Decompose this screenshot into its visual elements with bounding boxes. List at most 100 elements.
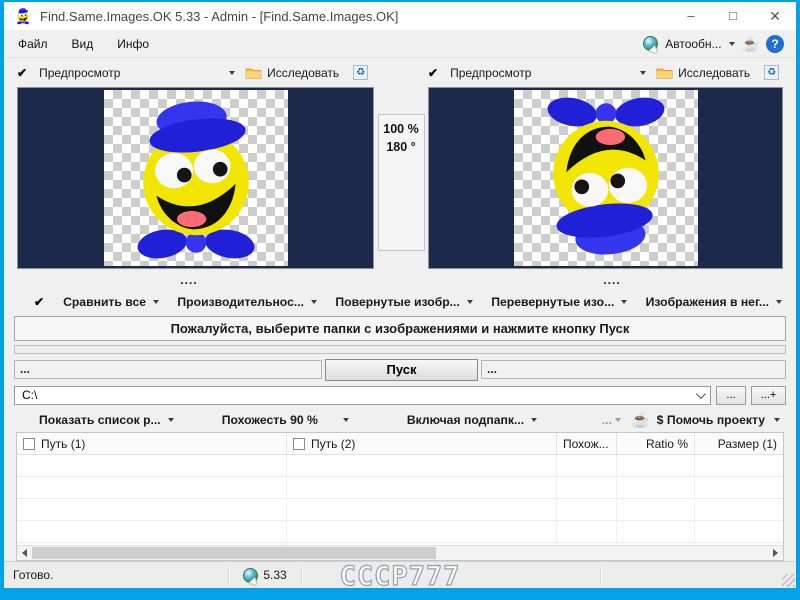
resize-grip[interactable] [782, 574, 795, 587]
flipped-images-dropdown[interactable]: Перевернутые изо... [491, 294, 628, 309]
chevron-down-icon [229, 70, 236, 75]
close-button[interactable]: ✕ [754, 2, 796, 30]
chevron-down-icon [466, 299, 473, 304]
folder-path-left[interactable]: ... [14, 360, 322, 379]
check-icon: ✔ [34, 294, 45, 309]
explore-folder-icon [656, 66, 673, 80]
chevron-down-icon [775, 299, 782, 304]
menu-view[interactable]: Вид [72, 37, 94, 51]
column-similarity-label: Похож... [563, 436, 609, 451]
similarity-dropdown[interactable]: Похожесть 90 % [222, 413, 349, 427]
maximize-button[interactable]: □ [712, 2, 754, 30]
recycle-button[interactable]: Корзи [373, 66, 374, 80]
scroll-right-icon [773, 549, 778, 557]
minimize-button[interactable]: – [670, 2, 712, 30]
select-all-checkbox-2[interactable] [293, 437, 305, 450]
chevron-down-icon [167, 417, 174, 422]
horizontal-scrollbar[interactable] [17, 545, 783, 560]
chevron-down-icon [342, 417, 349, 422]
toolbar-left: ✔ Предпросмотр Исследовать ♻ Корзи [17, 65, 374, 80]
check-icon[interactable]: ✔ [428, 66, 438, 80]
scroll-left-icon [22, 549, 27, 557]
preview-image-left [103, 90, 288, 266]
watermark-text: СССР777 [339, 560, 461, 588]
flipped-label: Перевернутые изо... [491, 294, 615, 309]
preview-label: Предпросмотр [450, 65, 532, 80]
preview-mid-column: 100 % 180 ° [374, 87, 428, 269]
check-icon[interactable]: ✔ [17, 66, 27, 80]
preview-dropdown-left[interactable]: Предпросмотр [39, 65, 236, 80]
folder-path-right[interactable]: ... [481, 360, 786, 379]
browse-button[interactable]: ... [716, 385, 746, 405]
titlebar[interactable]: Find.Same.Images.OK 5.33 - Admin - [Find… [4, 2, 796, 30]
subfolders-label: Включая подпапк... [406, 412, 525, 427]
scrollbar-track[interactable] [32, 546, 768, 560]
compare-all-dropdown[interactable]: ✔ Сравнить все [34, 294, 160, 309]
path-input[interactable] [22, 388, 696, 402]
menu-info[interactable]: Инфо [117, 37, 149, 51]
toolbar-right: ✔ Предпросмотр Исследовать ♻ Корзи [428, 65, 783, 80]
recycle-bin-icon: ♻ [764, 65, 780, 80]
column-path2[interactable]: Путь (2) [287, 433, 557, 454]
app-window: Find.Same.Images.OK 5.33 - Admin - [Find… [4, 2, 796, 588]
scrollbar-thumb[interactable] [32, 547, 436, 559]
body-column [695, 455, 783, 545]
body-column [617, 455, 695, 545]
status-ready: Готово. [13, 568, 54, 582]
column-size[interactable]: Размер (1) [695, 433, 783, 454]
preview-dropdown-right[interactable]: Предпросмотр [450, 65, 647, 80]
chevron-down-icon[interactable] [728, 41, 735, 46]
globe-cursor-icon [643, 36, 659, 51]
caption-left: .... [180, 272, 198, 287]
coffee-icon: ☕ [630, 411, 650, 429]
scroll-right-button[interactable] [768, 546, 783, 560]
select-all-checkbox-1[interactable] [23, 437, 35, 450]
folder-inputs-row: ... Пуск ... [14, 358, 786, 381]
preview-panel-right[interactable] [428, 87, 783, 269]
explore-folder-icon [245, 66, 262, 80]
path-combo-row: ... ...+ [14, 385, 786, 405]
column-path1[interactable]: Путь (1) [17, 433, 287, 454]
menu-file[interactable]: Файл [18, 37, 48, 51]
negative-images-dropdown[interactable]: Изображения в нег... [646, 295, 782, 309]
explore-button[interactable]: Исследовать [267, 66, 339, 80]
column-similarity[interactable]: Похож... [557, 433, 617, 454]
path-combobox[interactable] [14, 385, 711, 405]
browse-add-button[interactable]: ...+ [751, 385, 786, 405]
rotated-images-dropdown[interactable]: Повернутые изобр... [335, 295, 473, 309]
explore-button[interactable]: Исследовать [678, 66, 750, 80]
show-list-label: Показать список р... [39, 412, 161, 427]
start-button[interactable]: Пуск [325, 358, 478, 381]
more-options-dropdown[interactable]: ... [602, 413, 621, 427]
window-title: Find.Same.Images.OK 5.33 - Admin - [Find… [40, 8, 399, 24]
body-column [17, 455, 287, 545]
filters-row: ✔ Сравнить все Производительнос... Повер… [4, 290, 796, 313]
scroll-left-button[interactable] [17, 546, 32, 560]
menu-right-group: Автообн... ☕ ? [643, 34, 784, 53]
column-ratio[interactable]: Ratio % [617, 433, 695, 454]
auto-update-dropdown[interactable]: Автообн... [665, 37, 721, 51]
preview-panel-left[interactable] [17, 87, 374, 269]
recycle-bin-icon: ♻ [353, 65, 369, 80]
body-column [287, 455, 557, 545]
menubar: Файл Вид Инфо Автообн... ☕ ? [4, 30, 796, 58]
donate-label: $ Помочь проекту [656, 412, 765, 427]
subfolders-dropdown[interactable]: Включая подпапк... [406, 412, 538, 427]
donate-dropdown[interactable]: $ Помочь проекту [657, 413, 780, 427]
chevron-down-icon [614, 417, 621, 422]
show-list-dropdown[interactable]: Показать список р... [39, 413, 174, 427]
performance-label: Производительнос... [177, 294, 305, 309]
zoom-rotation-box: 100 % 180 ° [377, 114, 425, 251]
performance-dropdown[interactable]: Производительнос... [177, 294, 318, 309]
preview-label: Предпросмотр [39, 65, 121, 80]
coffee-icon[interactable]: ☕ [742, 37, 759, 51]
help-icon[interactable]: ? [766, 34, 784, 53]
similarity-label: Похожесть 90 % [221, 412, 318, 427]
captions-row: .... .... [4, 269, 796, 290]
results-body [17, 455, 783, 545]
version-label: 5.33 [263, 568, 287, 582]
progress-bar [14, 345, 786, 354]
status-version-cell: 5.33 [229, 567, 301, 583]
chevron-down-icon[interactable] [695, 388, 706, 399]
statusbar: Готово. 5.33 СССР777 [4, 560, 796, 588]
